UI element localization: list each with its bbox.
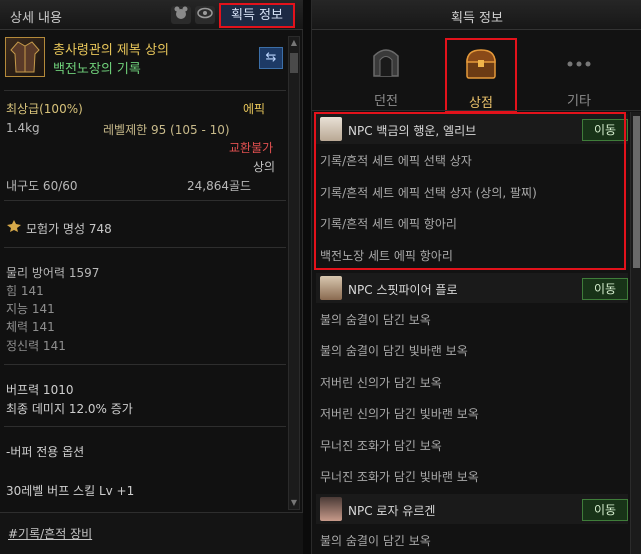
- move-button[interactable]: 이동: [582, 499, 628, 521]
- fame-icon: [6, 219, 22, 236]
- move-button[interactable]: 이동: [582, 278, 628, 300]
- item-set-name: 백전노장의 기록: [53, 62, 141, 77]
- detail-header: 상세 내용 획득 정보: [0, 0, 303, 30]
- divider: [312, 110, 641, 111]
- coat-icon: [5, 37, 45, 77]
- buffer-option: -버퍼 전용 옵션: [6, 445, 85, 459]
- npc-name: NPC 로자 유르겐: [348, 504, 436, 518]
- npc-name: NPC 스핏파이어 플로: [348, 283, 458, 297]
- acquire-info-button[interactable]: 획득 정보: [219, 3, 295, 28]
- item-rarity: 에픽: [243, 102, 266, 116]
- npc-avatar-icon: [320, 497, 342, 521]
- acquire-scrollbar[interactable]: [630, 112, 641, 554]
- divider: [4, 200, 286, 201]
- divider: [4, 426, 286, 427]
- item-grade: 최상급(100%): [6, 102, 83, 116]
- tab-label: 상점: [469, 96, 493, 111]
- shop-item[interactable]: 무너진 조화가 담긴 보옥: [320, 437, 442, 454]
- buff-power: 버프력 1010: [6, 383, 74, 397]
- tab-label: 던전: [374, 94, 398, 109]
- stat-phys-def: 물리 방어력 1597: [6, 266, 100, 280]
- sell-price: 24,864골드: [187, 179, 252, 193]
- tab-label: 기타: [567, 94, 591, 109]
- scroll-thumb[interactable]: [290, 53, 298, 73]
- bear-icon[interactable]: [171, 6, 191, 24]
- category-link[interactable]: #기록/흔적 장비: [8, 525, 92, 542]
- divider: [4, 247, 286, 248]
- divider: [4, 90, 286, 91]
- stat-int: 지능 141: [6, 302, 55, 316]
- shop-item[interactable]: 불의 숨결이 담긴 빛바랜 보옥: [320, 342, 468, 359]
- divider: [4, 364, 286, 365]
- stat-vit: 체력 141: [6, 320, 55, 334]
- trade-status: 교환불가: [229, 141, 274, 155]
- scroll-down-icon[interactable]: ▼: [289, 497, 299, 509]
- adventurer-fame: 모험가 명성 748: [26, 222, 112, 236]
- final-damage: 최종 데미지 12.0% 증가: [6, 402, 133, 416]
- shop-item[interactable]: 무너진 조화가 담긴 빛바랜 보옥: [320, 468, 479, 485]
- eye-icon[interactable]: [195, 6, 215, 24]
- shop-item[interactable]: 불의 숨결이 담긴 보옥: [320, 311, 431, 328]
- equip-slot: 상의: [253, 160, 276, 174]
- stat-str: 힘 141: [6, 284, 44, 298]
- item-name: 총사령관의 제복 상의: [53, 43, 169, 58]
- highlight-box: [314, 112, 626, 270]
- shop-item[interactable]: 불의 숨결이 담긴 보옥: [320, 532, 431, 549]
- item-weight: 1.4kg: [6, 121, 40, 135]
- tab-dungeon[interactable]: 던전: [350, 38, 422, 112]
- durability: 내구도 60/60: [6, 179, 78, 193]
- shop-item[interactable]: 저버린 신의가 담긴 빛바랜 보옥: [320, 405, 479, 422]
- tab-shop[interactable]: 상점: [445, 38, 517, 112]
- scroll-thumb[interactable]: [633, 116, 640, 268]
- tab-other[interactable]: 기타: [543, 38, 615, 112]
- more-dots-icon: [559, 42, 599, 82]
- item-detail-panel: 상세 내용 획득 정보 총사령관의 제복 상의 백전노장의 기록 ⇆ 최상급(1…: [0, 0, 303, 554]
- detail-scrollbar[interactable]: ▲ ▼: [288, 36, 300, 510]
- buff-skill-bonus: 30레벨 버프 스킬 Lv +1: [6, 484, 135, 498]
- swap-icon[interactable]: ⇆: [259, 47, 283, 69]
- shop-item[interactable]: 저버린 신의가 담긴 보옥: [320, 374, 442, 391]
- acquire-info-panel: 획득 정보 던전 상점 기타 NPC 백금의 행운, 엘리브 이동 기록/흔적 …: [311, 0, 641, 554]
- chest-icon: [461, 44, 501, 84]
- level-limit: 레벨제한 95 (105 - 10): [103, 123, 230, 137]
- stat-spr: 정신력 141: [6, 339, 66, 353]
- npc-row: NPC 스핏파이어 플로 이동: [316, 273, 628, 303]
- detail-title: 상세 내용: [10, 11, 62, 26]
- acquire-header: 획득 정보: [312, 0, 641, 30]
- scroll-up-icon[interactable]: ▲: [289, 37, 299, 49]
- npc-avatar-icon: [320, 276, 342, 300]
- dungeon-gate-icon: [366, 42, 406, 82]
- acquire-title: 획득 정보: [451, 11, 503, 26]
- detail-footer: #기록/흔적 장비: [0, 512, 303, 554]
- npc-row: NPC 로자 유르겐 이동: [316, 494, 628, 524]
